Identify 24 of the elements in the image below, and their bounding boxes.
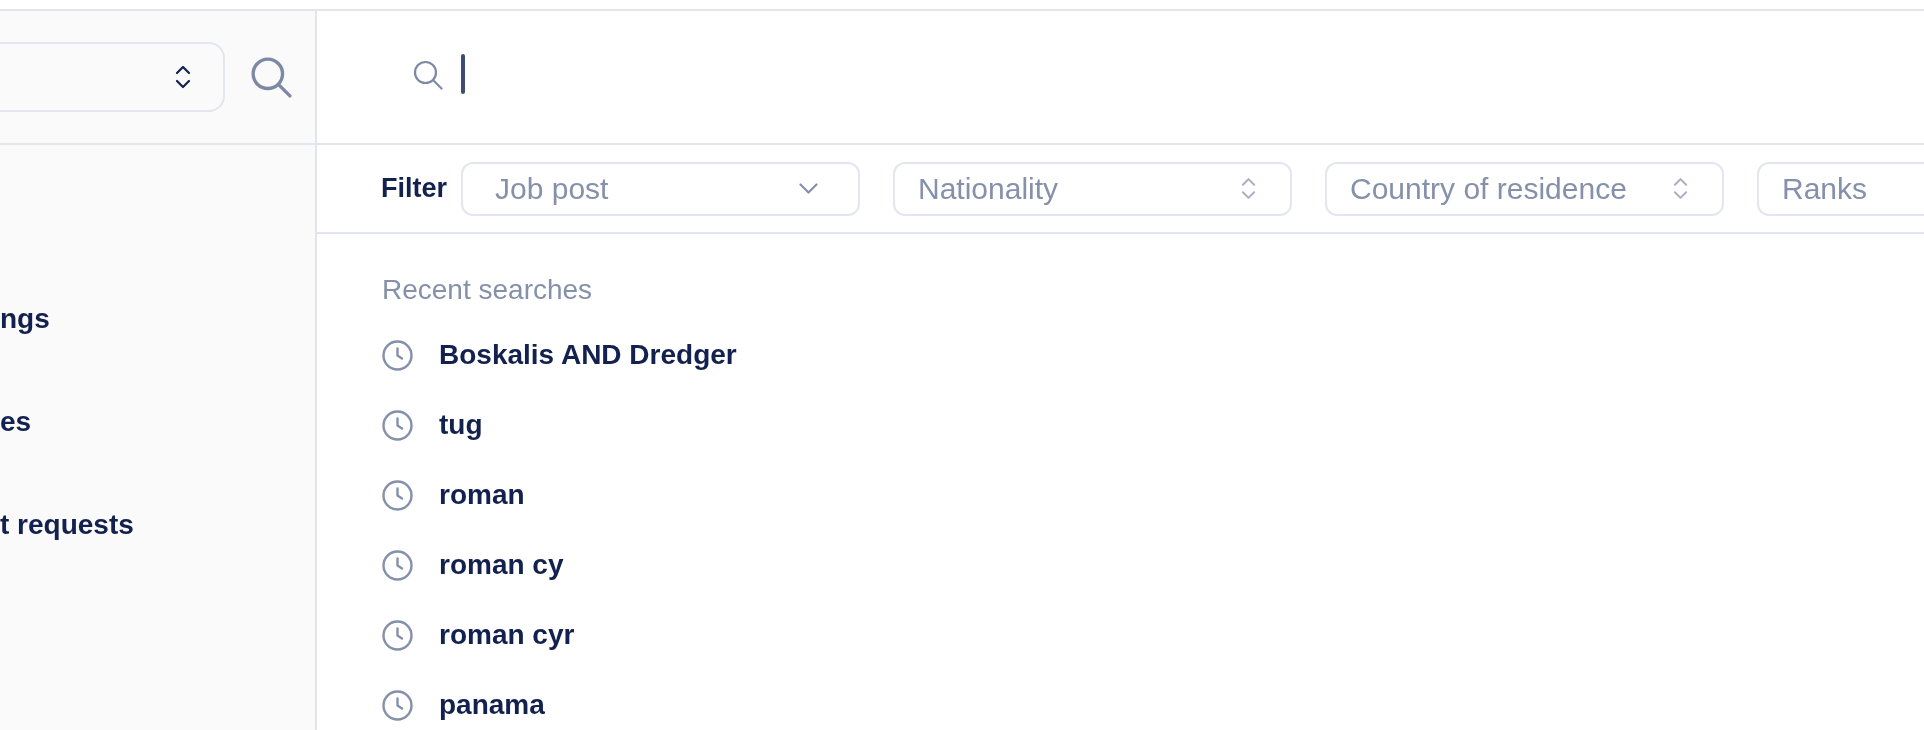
clock-icon: [382, 689, 413, 721]
filter-label: Filter: [381, 172, 447, 206]
clock-icon: [382, 479, 413, 511]
up-down-chevron-icon: [175, 65, 191, 89]
search-button[interactable]: [250, 56, 292, 98]
clock-icon: [382, 619, 413, 651]
recent-search-item[interactable]: roman: [439, 481, 525, 509]
recent-search-item[interactable]: roman cy: [439, 551, 564, 579]
sidebar-item[interactable]: ngs: [0, 304, 50, 333]
clock-icon: [382, 339, 413, 371]
recent-search-item[interactable]: Boskalis AND Dredger: [439, 341, 737, 369]
recent-searches-title: Recent searches: [382, 273, 593, 307]
select-field[interactable]: [0, 42, 225, 112]
recent-search-item[interactable]: panama: [439, 691, 545, 719]
recent-search-item[interactable]: tug: [439, 411, 483, 439]
search-icon: [413, 60, 443, 90]
sidebar-item[interactable]: t requests: [0, 510, 134, 539]
sidebar-item[interactable]: es: [0, 407, 32, 436]
clock-icon: [382, 549, 413, 581]
clock-icon: [382, 409, 413, 441]
up-down-chevron-icon: [1241, 177, 1256, 200]
up-down-chevron-icon: [1673, 177, 1688, 200]
chevron-down-icon: [799, 183, 818, 194]
recent-search-item[interactable]: roman cyr: [439, 621, 575, 649]
